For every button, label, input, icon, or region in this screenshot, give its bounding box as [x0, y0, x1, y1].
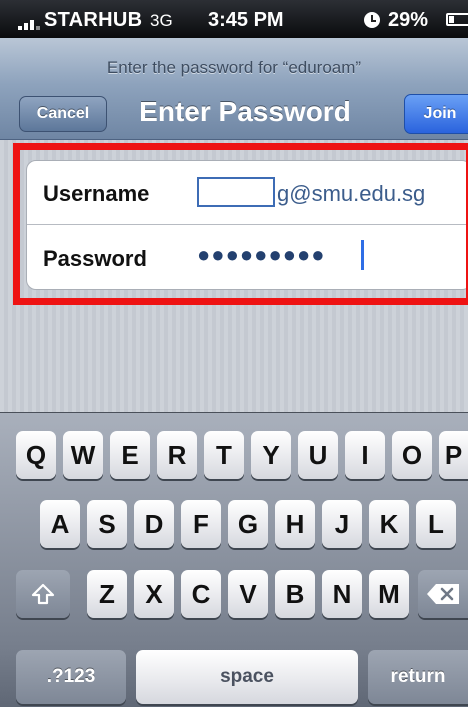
key-h[interactable]: H: [275, 500, 315, 548]
key-z[interactable]: Z: [87, 570, 127, 618]
clock: 3:45 PM: [208, 9, 284, 31]
keyboard: Q W E R T Y U I O P A S D F G H J K L Z …: [0, 412, 468, 707]
key-e[interactable]: E: [110, 431, 150, 479]
battery-percent: 29%: [388, 9, 429, 31]
page-title: Enter Password: [139, 96, 351, 127]
key-f[interactable]: F: [181, 500, 221, 548]
key-a[interactable]: A: [40, 500, 80, 548]
key-m[interactable]: M: [369, 570, 409, 618]
key-s[interactable]: S: [87, 500, 127, 548]
numbers-key[interactable]: .?123: [16, 650, 126, 704]
key-k[interactable]: K: [369, 500, 409, 548]
backspace-key[interactable]: [418, 570, 468, 618]
key-o[interactable]: O: [392, 431, 432, 479]
key-v[interactable]: V: [228, 570, 268, 618]
carrier-name: STARHUB: [44, 9, 143, 31]
network-type: 3G: [150, 11, 173, 30]
key-w[interactable]: W: [63, 431, 103, 479]
form-area: Username g@smu.edu.sg Password ●●●●●●●●●: [0, 140, 468, 412]
screen: STARHUB 3G 3:45 PM 29% Enter the passwor…: [0, 0, 468, 707]
key-i[interactable]: I: [345, 431, 385, 479]
shift-icon: [31, 583, 55, 605]
key-u[interactable]: U: [298, 431, 338, 479]
key-b[interactable]: B: [275, 570, 315, 618]
navigation-bar: Enter the password for “eduroam” Cancel …: [0, 38, 468, 140]
password-prompt: Enter the password for “eduroam”: [106, 58, 362, 77]
backspace-icon: [427, 583, 459, 604]
highlight-box: [13, 143, 468, 305]
key-r[interactable]: R: [157, 431, 197, 479]
status-bar: STARHUB 3G 3:45 PM 29%: [0, 0, 468, 38]
cancel-button[interactable]: Cancel: [19, 96, 107, 132]
shift-key[interactable]: [16, 570, 70, 618]
space-key[interactable]: space: [136, 650, 358, 704]
battery-icon: [446, 13, 468, 26]
return-key[interactable]: return: [368, 650, 468, 704]
key-q[interactable]: Q: [16, 431, 56, 479]
key-g[interactable]: G: [228, 500, 268, 548]
key-c[interactable]: C: [181, 570, 221, 618]
join-button[interactable]: Join: [404, 94, 468, 134]
key-d[interactable]: D: [134, 500, 174, 548]
key-p[interactable]: P: [439, 431, 468, 479]
key-l[interactable]: L: [416, 500, 456, 548]
alarm-icon: [364, 12, 380, 28]
key-y[interactable]: Y: [251, 431, 291, 479]
key-t[interactable]: T: [204, 431, 244, 479]
key-n[interactable]: N: [322, 570, 362, 618]
key-j[interactable]: J: [322, 500, 362, 548]
key-x[interactable]: X: [134, 570, 174, 618]
